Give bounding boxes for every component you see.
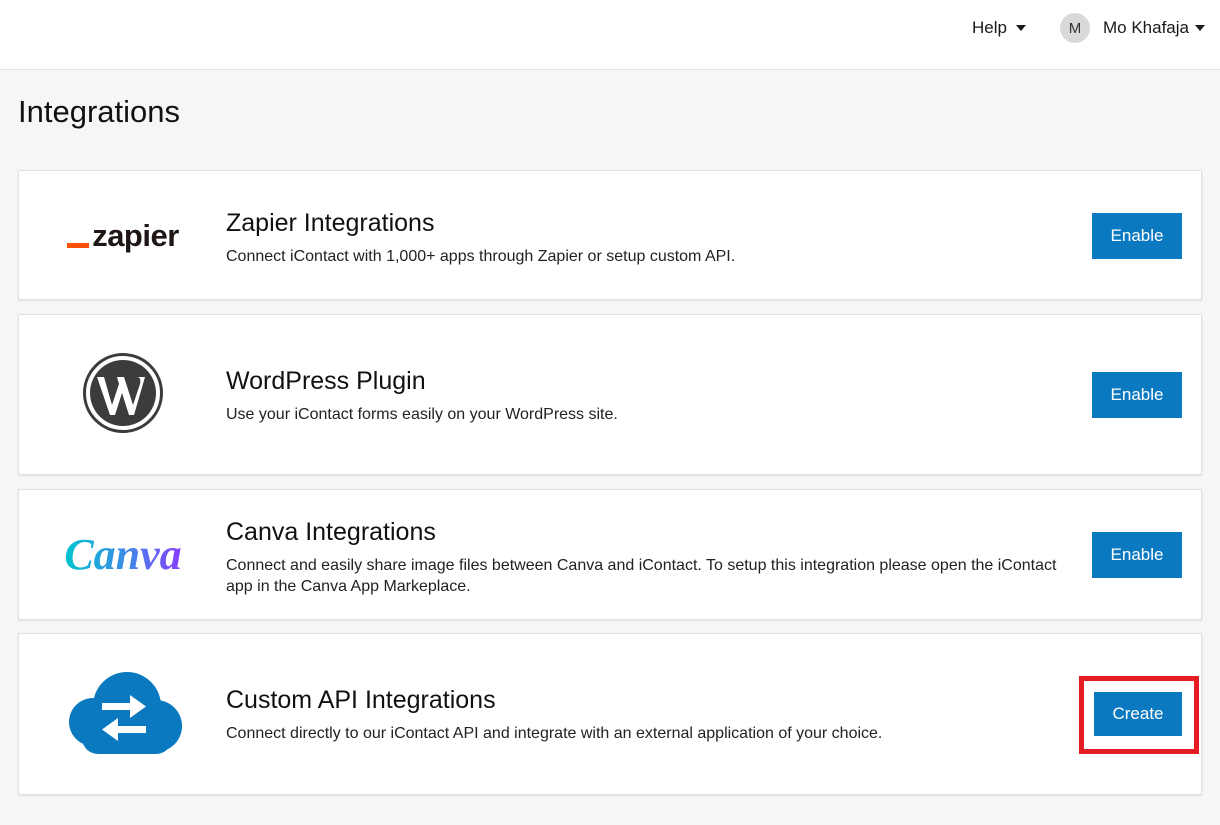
integration-title: Canva Integrations <box>226 518 436 546</box>
integration-card-canva: Canva Canva Integrations Connect and eas… <box>18 489 1202 620</box>
cloud-sync-icon <box>69 672 182 754</box>
integration-card-zapier: zapier Zapier Integrations Connect iCont… <box>18 170 1202 300</box>
wordpress-icon <box>83 353 163 433</box>
avatar: M <box>1060 13 1090 43</box>
canva-wordmark: Canva <box>64 529 182 579</box>
integration-description: Use your iContact forms easily on your W… <box>226 406 618 423</box>
canva-logo: Canva <box>55 526 191 582</box>
cloud-sync-logo <box>55 670 191 754</box>
help-menu[interactable]: Help <box>972 16 1026 40</box>
zapier-logo: zapier <box>55 216 191 256</box>
integration-title: Zapier Integrations <box>226 209 435 237</box>
create-api-integration-button[interactable]: Create <box>1094 692 1182 736</box>
enable-canva-button[interactable]: Enable <box>1092 532 1182 578</box>
page-title: Integrations <box>18 94 180 129</box>
enable-zapier-button[interactable]: Enable <box>1092 213 1182 259</box>
caret-down-icon <box>1015 25 1026 31</box>
enable-wordpress-button[interactable]: Enable <box>1092 372 1182 418</box>
zapier-wordmark: zapier <box>92 218 179 253</box>
caret-down-icon <box>1195 25 1205 31</box>
wordpress-logo <box>55 353 191 433</box>
integration-card-wordpress: WordPress Plugin Use your iContact forms… <box>18 314 1202 475</box>
integration-description: Connect iContact with 1,000+ apps throug… <box>226 248 736 265</box>
top-bar: Help M Mo Khafaja <box>0 0 1220 70</box>
integration-card-custom-api: Custom API Integrations Connect directly… <box>18 633 1202 795</box>
help-label: Help <box>972 18 1007 37</box>
user-menu[interactable]: M Mo Khafaja <box>1060 12 1205 44</box>
user-name: Mo Khafaja <box>1103 18 1189 37</box>
integration-title: WordPress Plugin <box>226 367 426 395</box>
integration-title: Custom API Integrations <box>226 686 496 714</box>
zapier-underscore-icon <box>67 243 90 248</box>
integration-description: Connect and easily share image files bet… <box>226 557 1057 595</box>
integration-description: Connect directly to our iContact API and… <box>226 725 883 742</box>
